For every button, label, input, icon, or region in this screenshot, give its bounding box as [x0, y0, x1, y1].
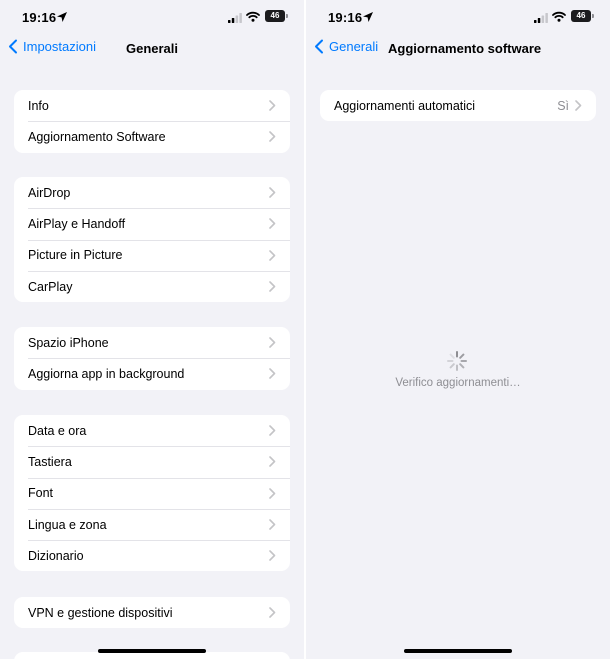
chevron-right-icon	[269, 249, 276, 261]
home-indicator[interactable]	[98, 649, 206, 653]
status-time: 19:16	[328, 10, 363, 25]
wifi-icon	[246, 11, 260, 22]
row-airdrop[interactable]: AirDrop	[14, 177, 290, 208]
wifi-icon	[552, 11, 566, 22]
row-label: Tastiera	[28, 454, 72, 469]
page-title: Aggiornamento software	[388, 41, 542, 56]
cellular-signal-icon	[534, 13, 548, 23]
chevron-right-icon	[269, 100, 276, 111]
settings-group-about: Info Aggiornamento Software	[14, 90, 290, 153]
chevron-right-icon	[269, 337, 276, 348]
row-value: Sì	[557, 98, 569, 113]
navigation-bar: Impostazioni Generali	[0, 34, 304, 64]
row-label: Data e ora	[28, 423, 87, 438]
row-label: VPN e gestione dispositivi	[28, 605, 173, 620]
row-fonts[interactable]: Font	[14, 477, 290, 509]
checking-updates-text: Verifico aggiornamenti…	[395, 377, 521, 389]
chevron-right-icon	[269, 425, 276, 436]
row-label: Aggiornamento Software	[28, 129, 166, 144]
row-label: Lingua e zona	[28, 517, 107, 532]
row-label: Info	[28, 98, 49, 113]
row-label: AirDrop	[28, 185, 71, 200]
chevron-right-icon	[269, 281, 276, 292]
software-update-screen: 19:16 46 Generali Aggiornamento software…	[306, 0, 610, 659]
chevron-right-icon	[269, 487, 276, 499]
row-airplay-handoff[interactable]: AirPlay e Handoff	[14, 208, 290, 239]
chevron-right-icon	[269, 187, 276, 198]
home-indicator[interactable]	[404, 649, 512, 653]
settings-group-storage: Spazio iPhone Aggiorna app in background	[14, 327, 290, 390]
navigation-bar: Generali Aggiornamento software	[306, 34, 610, 64]
next-group-peek	[14, 652, 290, 659]
status-bar: 19:16 46	[306, 0, 610, 34]
row-label: AirPlay e Handoff	[28, 216, 126, 231]
row-label: Aggiorna app in background	[28, 366, 185, 381]
row-date-time[interactable]: Data e ora	[14, 415, 290, 446]
row-keyboard[interactable]: Tastiera	[14, 446, 290, 477]
back-button[interactable]: Generali	[314, 39, 378, 54]
row-label: Spazio iPhone	[28, 335, 109, 350]
settings-group-locale: Data e ora Tastiera Font Lingua e zona D…	[14, 415, 290, 572]
row-label: Picture in Picture	[28, 248, 123, 263]
chevron-right-icon	[269, 550, 276, 562]
row-picture-in-picture[interactable]: Picture in Picture	[14, 239, 290, 271]
row-background-app-refresh[interactable]: Aggiorna app in background	[14, 358, 290, 389]
page-title: Generali	[125, 41, 179, 56]
row-carplay[interactable]: CarPlay	[14, 270, 290, 302]
chevron-right-icon	[575, 100, 582, 111]
settings-group-sharing: AirDrop AirPlay e Handoff Picture in Pic…	[14, 177, 290, 303]
row-info[interactable]: Info	[14, 90, 290, 121]
chevron-right-icon	[269, 456, 276, 468]
back-button-label: Generali	[329, 39, 379, 54]
battery-level: 46	[265, 10, 285, 22]
chevron-right-icon	[269, 368, 276, 380]
location-arrow-icon	[57, 12, 67, 22]
chevron-right-icon	[269, 131, 276, 143]
row-language-region[interactable]: Lingua e zona	[14, 508, 290, 540]
battery-icon: 46	[571, 10, 594, 23]
battery-level: 46	[571, 10, 591, 22]
battery-icon: 46	[265, 10, 288, 23]
settings-group-auto-updates: Aggiornamenti automatici Sì	[320, 90, 596, 122]
activity-spinner-icon	[447, 351, 467, 371]
general-settings-screen: 19:16 46 Impostazioni Generali Info Aggi…	[0, 0, 304, 659]
row-label: Aggiornamenti automatici	[334, 98, 476, 113]
settings-group-vpn: VPN e gestione dispositivi	[14, 597, 290, 629]
row-iphone-storage[interactable]: Spazio iPhone	[14, 327, 290, 358]
cellular-signal-icon	[228, 13, 242, 23]
chevron-right-icon	[269, 218, 276, 230]
row-software-update[interactable]: Aggiornamento Software	[14, 121, 290, 152]
row-label: CarPlay	[28, 279, 73, 294]
row-label: Dizionario	[28, 548, 84, 563]
chevron-left-icon	[315, 39, 323, 54]
screenshot-stage: 19:16 46 Impostazioni Generali Info Aggi…	[0, 0, 610, 659]
row-vpn-device-management[interactable]: VPN e gestione dispositivi	[14, 597, 290, 628]
row-label: Font	[28, 486, 54, 501]
row-automatic-updates[interactable]: Aggiornamenti automatici Sì	[320, 90, 596, 121]
location-arrow-icon	[363, 12, 373, 22]
chevron-right-icon	[269, 519, 276, 530]
status-time: 19:16	[22, 10, 57, 25]
status-bar: 19:16 46	[0, 0, 304, 34]
chevron-right-icon	[269, 607, 276, 618]
row-dictionary[interactable]: Dizionario	[14, 540, 290, 571]
